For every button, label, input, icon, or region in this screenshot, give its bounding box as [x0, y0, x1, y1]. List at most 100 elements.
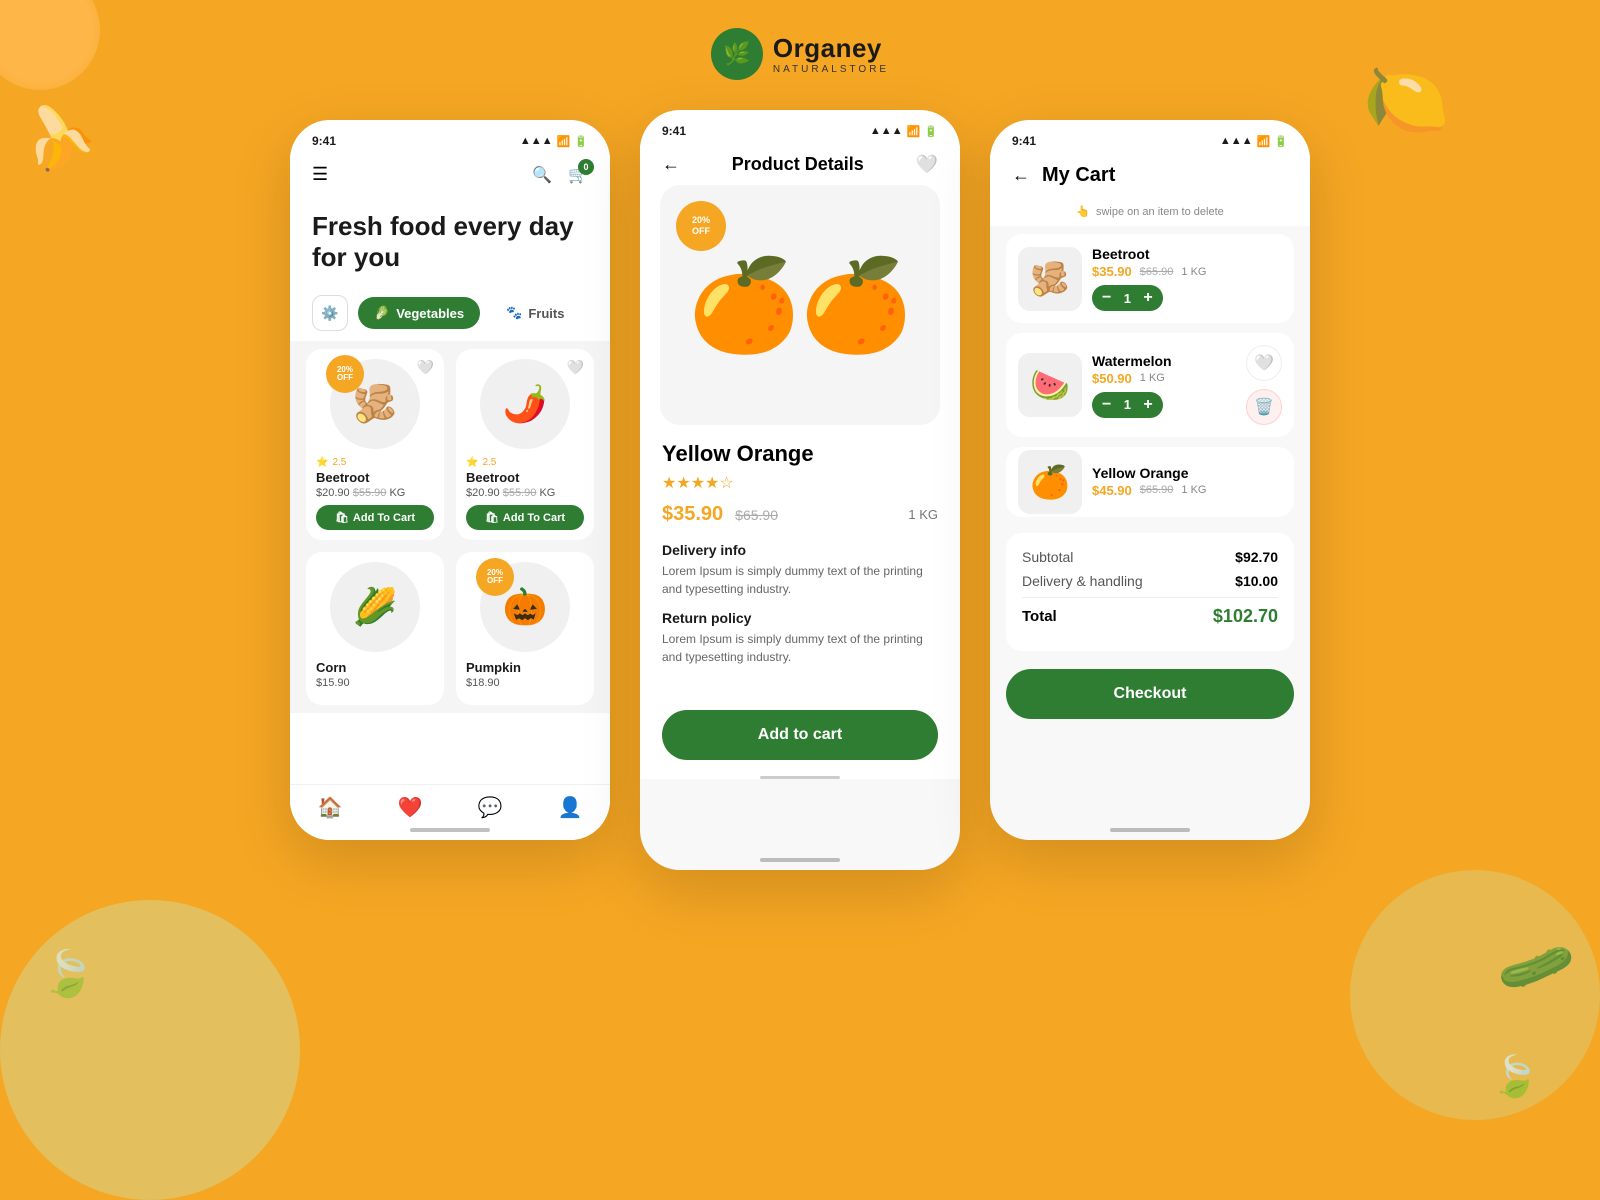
cart-item-1: 🫚 Beetroot $35.90 $65.90 1 KG − 1 + [1006, 234, 1294, 323]
status-bar-1: 9:41 ▲▲▲ 📶 🔋 [290, 120, 610, 154]
delivery-value: $10.00 [1235, 573, 1278, 589]
qty-decrease-1[interactable]: − [1102, 289, 1111, 307]
return-policy-section: Return policy Lorem Ipsum is simply dumm… [662, 610, 938, 666]
logo-icon: 🌿 [711, 28, 763, 80]
cart-item-name-1: Beetroot [1092, 246, 1282, 262]
bg-deco-leaf-1: 🍃 [1490, 1053, 1540, 1100]
summary-divider [1022, 597, 1278, 598]
cart-btn-icon-1: 🛍 [335, 511, 349, 524]
product-name-2: Beetroot [466, 470, 584, 485]
add-to-cart-main-btn[interactable]: Add to cart [662, 710, 938, 760]
total-label: Total [1022, 608, 1057, 625]
swipe-icon: 👆 [1076, 205, 1090, 218]
menu-icon[interactable]: ☰ [312, 164, 328, 185]
phone-handle-1 [410, 828, 490, 832]
cart-header: ← My Cart [990, 154, 1310, 197]
status-icons-2: ▲▲▲ 📶 🔋 [870, 125, 938, 138]
status-bar-2: 9:41 ▲▲▲ 📶 🔋 [640, 110, 960, 144]
nav-wishlist[interactable]: ❤️ [398, 795, 423, 820]
detail-price-old: $65.90 [735, 507, 778, 523]
phone-home: 9:41 ▲▲▲ 📶 🔋 ☰ 🔍 🛒 0 [290, 120, 610, 840]
nav-profile[interactable]: 👤 [558, 795, 583, 820]
wishlist-detail-icon[interactable]: 🤍 [916, 154, 938, 175]
product-rating-2: ⭐ 2.5 [466, 457, 584, 468]
detail-content: ← Product Details 🤍 20%OFF 🍊🍊 Yellow Ora… [640, 144, 960, 779]
cart-content: ← My Cart 👆 swipe on an item to delete 🫚… [990, 154, 1310, 729]
add-to-cart-btn-1[interactable]: 🛍 Add To Cart [316, 505, 434, 530]
subtotal-label: Subtotal [1022, 549, 1073, 565]
qty-decrease-2[interactable]: − [1102, 396, 1111, 414]
nav-home[interactable]: 🏠 [318, 795, 343, 820]
wifi-icon-3: 📶 [1257, 135, 1271, 148]
cart-item-3: 🍊 Yellow Orange $45.90 $65.90 1 KG [1006, 447, 1294, 517]
add-to-cart-btn-2[interactable]: 🛍 Add To Cart [466, 505, 584, 530]
search-icon[interactable]: 🔍 [532, 165, 552, 185]
product-img-1: 20%OFF 🫚 [330, 359, 420, 449]
battery-icon-1: 🔋 [574, 135, 588, 148]
cart-item-2: 🍉 Watermelon $50.90 1 KG − 1 + [1006, 333, 1294, 437]
detail-info: Yellow Orange ★★★★☆ $35.90 $65.90 1 KG D… [640, 425, 960, 694]
cart-items-list: 🫚 Beetroot $35.90 $65.90 1 KG − 1 + [990, 226, 1310, 525]
qty-control-1: − 1 + [1092, 285, 1163, 311]
category-bar: ⚙️ 🥬 Vegetables 🐾 Fruits [290, 285, 610, 341]
app-name: Organey [773, 33, 889, 64]
fruits-tab[interactable]: 🐾 Fruits [490, 297, 580, 329]
app-subtitle: NATURALSTORE [773, 64, 889, 75]
cart-price-unit-3: 1 KG [1181, 484, 1206, 496]
status-icons-3: ▲▲▲ 📶 🔋 [1220, 135, 1288, 148]
cart-item-actions-2: 🤍 🗑️ [1246, 345, 1282, 425]
product-price-3: $15.90 [316, 677, 434, 689]
product-name-3: Corn [316, 660, 434, 675]
qty-increase-2[interactable]: + [1143, 396, 1152, 414]
filter-button[interactable]: ⚙️ [312, 295, 348, 331]
signal-icon-3: ▲▲▲ [1220, 135, 1253, 147]
delete-btn-2[interactable]: 🗑️ [1246, 389, 1282, 425]
product-rating-1: ⭐ 2.5 [316, 457, 434, 468]
battery-icon-3: 🔋 [1274, 135, 1288, 148]
return-policy-text: Lorem Ipsum is simply dummy text of the … [662, 630, 938, 666]
nav-messages[interactable]: 💬 [478, 795, 503, 820]
status-bar-3: 9:41 ▲▲▲ 📶 🔋 [990, 120, 1310, 154]
cart-btn-icon-2: 🛍 [485, 511, 499, 524]
back-icon-cart[interactable]: ← [1012, 165, 1030, 186]
wishlist-btn-2[interactable]: 🤍 [1246, 345, 1282, 381]
cart-badge: 0 [578, 159, 594, 175]
product-card-4: 20%OFF 🎃 Pumpkin $18.90 [456, 552, 594, 705]
cart-icon-btn[interactable]: 🛒 0 [568, 165, 588, 185]
cart-price-old-1: $65.90 [1140, 266, 1174, 278]
total-value: $102.70 [1213, 606, 1278, 627]
detail-price-unit: 1 KG [908, 507, 938, 522]
cart-item-prices-1: $35.90 $65.90 1 KG [1092, 264, 1282, 279]
cart-item-info-1: Beetroot $35.90 $65.90 1 KG − 1 + [1092, 246, 1282, 311]
battery-icon-2: 🔋 [924, 125, 938, 138]
phones-container: 9:41 ▲▲▲ 📶 🔋 ☰ 🔍 🛒 0 [290, 120, 1310, 870]
app-header: 🌿 Organey NATURALSTORE [0, 28, 1600, 80]
cart-item-info-3: Yellow Orange $45.90 $65.90 1 KG [1092, 465, 1282, 500]
cart-price-current-2: $50.90 [1092, 371, 1132, 386]
qty-increase-1[interactable]: + [1143, 289, 1152, 307]
back-icon-detail[interactable]: ← [662, 154, 680, 175]
phone-handle-3 [1110, 828, 1190, 832]
product-price-4: $18.90 [466, 677, 584, 689]
detail-price-current: $35.90 [662, 503, 723, 526]
wishlist-icon-2[interactable]: 🤍 [567, 359, 584, 376]
wishlist-icon-1[interactable]: 🤍 [417, 359, 434, 376]
qty-num-2: 1 [1119, 397, 1135, 412]
price-row: $35.90 $65.90 1 KG [662, 503, 938, 526]
cart-summary: Subtotal $92.70 Delivery & handling $10.… [1006, 533, 1294, 651]
qty-control-2: − 1 + [1092, 392, 1163, 418]
delivery-info-label: Delivery info [662, 542, 938, 558]
vegetables-tab[interactable]: 🥬 Vegetables [358, 297, 480, 329]
bg-deco-green-circle-left [0, 900, 300, 1200]
star-icon-1: ⭐ [316, 457, 328, 468]
qty-num-1: 1 [1119, 291, 1135, 306]
bg-deco-banana: 🍌 [10, 89, 104, 181]
products-grid: 20%OFF 🫚 🤍 ⭐ 2.5 Beetroot $20.90 $55.90 … [290, 341, 610, 713]
checkout-btn[interactable]: Checkout [1006, 669, 1294, 719]
subtotal-value: $92.70 [1235, 549, 1278, 565]
product-card-2: 🌶️ 🤍 ⭐ 2.5 Beetroot $20.90 $55.90 KG 🛍 [456, 349, 594, 540]
cart-item-img-1: 🫚 [1018, 247, 1082, 311]
status-icons-1: ▲▲▲ 📶 🔋 [520, 135, 588, 148]
time-3: 9:41 [1012, 134, 1036, 148]
cart-price-current-1: $35.90 [1092, 264, 1132, 279]
